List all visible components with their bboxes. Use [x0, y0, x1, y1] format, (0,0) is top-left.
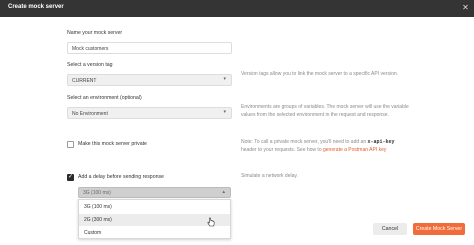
- chevron-down-icon: ▾: [223, 109, 226, 115]
- environment-value: No Environment: [72, 110, 108, 117]
- hand-pointer-icon: [207, 217, 215, 227]
- generate-api-key-link[interactable]: generate a Postman API key: [323, 147, 386, 153]
- private-help-middle: header to your requests. See how to: [241, 146, 322, 153]
- version-select[interactable]: CURRENT ▾: [67, 74, 232, 86]
- delay-checkbox[interactable]: ✓: [67, 174, 74, 181]
- delay-option-label: 3G (100 ms): [84, 204, 112, 210]
- mock-name-value: Mock customers: [72, 45, 109, 52]
- cancel-button[interactable]: Cancel: [373, 223, 407, 235]
- version-label: Select a version tag: [67, 62, 113, 68]
- version-value: CURRENT: [72, 77, 97, 84]
- chevron-down-icon: ▾: [223, 76, 226, 82]
- dialog-title: Create mock server: [8, 4, 64, 10]
- version-help: Version tags allow you to link the mock …: [241, 71, 399, 77]
- environment-label: Select an environment (optional): [67, 95, 142, 101]
- delay-selected-value: 3G (100 ms): [83, 190, 111, 196]
- environment-select[interactable]: No Environment ▾: [67, 107, 232, 119]
- private-checkbox[interactable]: [67, 141, 74, 148]
- delay-select[interactable]: 3G (100 ms) ▴: [78, 187, 231, 198]
- dialog-titlebar: Create mock server ✕: [0, 0, 474, 17]
- private-help-prefix: Note: To call a private mock server, you…: [241, 139, 367, 145]
- name-label: Name your mock server: [67, 30, 123, 36]
- delay-option-label: Custom: [84, 230, 102, 236]
- delay-help: Simulate a network delay.: [241, 173, 298, 179]
- api-key-header-code: x-api-key: [367, 139, 395, 145]
- chevron-up-icon: ▴: [222, 189, 225, 195]
- delay-label: Add a delay before sending response: [78, 174, 164, 180]
- close-icon[interactable]: ✕: [461, 3, 470, 13]
- private-help: Note: To call a private mock server, you…: [241, 139, 411, 154]
- create-mock-server-button[interactable]: Create Mock Server: [413, 223, 465, 235]
- delay-option-label: 2G (300 ms): [84, 217, 112, 223]
- private-label: Make this mock server private: [78, 141, 147, 147]
- environment-help: Environments are groups of variables. Th…: [241, 104, 409, 118]
- delay-option-3g[interactable]: 3G (100 ms): [79, 201, 230, 213]
- delay-option-custom[interactable]: Custom: [79, 227, 230, 239]
- check-icon: ✓: [68, 174, 74, 180]
- mock-name-input[interactable]: Mock customers: [67, 42, 232, 54]
